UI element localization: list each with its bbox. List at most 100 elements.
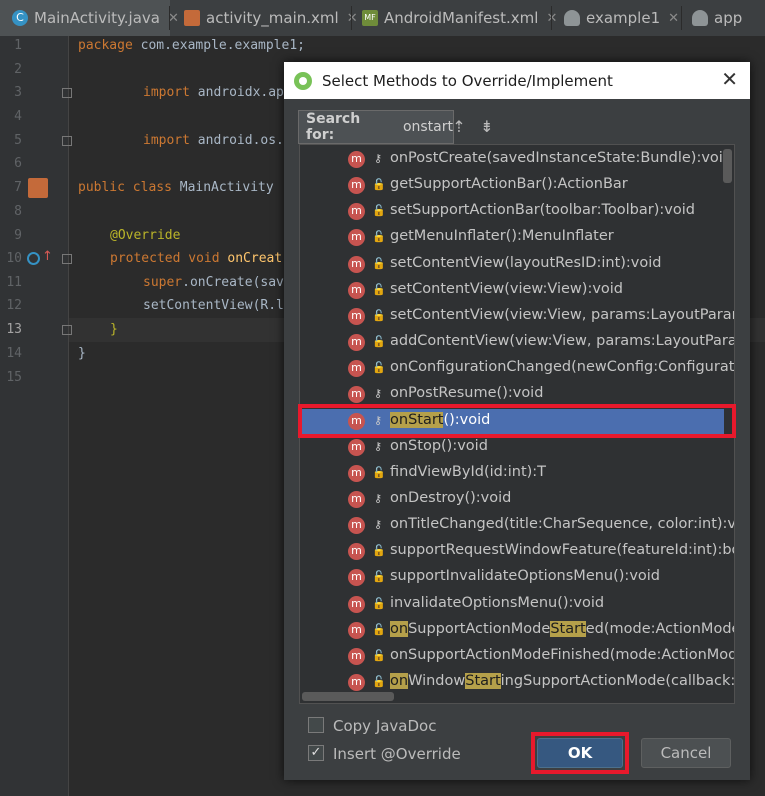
method-icon: m xyxy=(348,621,365,639)
cancel-button[interactable]: Cancel xyxy=(641,738,731,768)
insert-override-checkbox[interactable]: ✓ xyxy=(308,745,324,761)
dialog-title-bar[interactable]: Select Methods to Override/Implement ✕ xyxy=(284,62,750,99)
insert-override-label[interactable]: Insert @Override xyxy=(333,745,461,763)
method-signature: onPostResume():void xyxy=(390,385,544,402)
code-text: com.example.example1; xyxy=(132,38,305,53)
copy-javadoc-checkbox[interactable] xyxy=(308,717,324,733)
method-icon: m xyxy=(348,334,365,352)
method-signature: addContentView(view:View, params:LayoutP… xyxy=(390,333,735,350)
public-access-icon: 🔓 xyxy=(372,230,386,244)
method-row[interactable]: m 🔓 addContentView(view:View, params:Layou… xyxy=(300,330,734,356)
method-row[interactable]: m 🔓 invalidateOptionsMenu():void xyxy=(300,592,724,618)
close-icon[interactable]: ✕ xyxy=(668,11,679,26)
public-access-icon: 🔓 xyxy=(372,596,386,610)
collapse-all-icon[interactable]: ⇟ xyxy=(476,116,498,138)
code-line-7[interactable]: public class MainActivity xyxy=(78,180,274,195)
method-icon: m xyxy=(348,490,365,508)
tab-activity-main-xml[interactable]: activity_main.xml ✕ xyxy=(170,0,358,36)
vertical-scrollbar[interactable] xyxy=(723,149,732,183)
public-access-icon: 🔓 xyxy=(372,648,386,662)
line-number: 10 xyxy=(6,251,22,266)
line-number: 9 xyxy=(14,228,22,243)
method-row[interactable]: m ⚷ onStop():void xyxy=(300,435,724,461)
code-line-13[interactable]: } xyxy=(110,322,118,337)
method-icon: m xyxy=(348,281,365,299)
tab-android-manifest[interactable]: MF AndroidManifest.xml ✕ xyxy=(352,0,557,36)
method-row[interactable]: m 🔓 setSupportActionBar(toolbar:Toolbar):v… xyxy=(300,199,724,225)
close-icon[interactable]: ✕ xyxy=(721,68,738,90)
line-number: 4 xyxy=(14,109,22,124)
line-number: 3 xyxy=(14,85,22,100)
method-row[interactable]: m 🔓 getSupportActionBar():ActionBar xyxy=(300,173,724,199)
method-signature: supportRequestWindowFeature(featureId:in… xyxy=(390,542,735,559)
method-row[interactable]: m 🔓 setContentView(view:View):void xyxy=(300,278,724,304)
code-keyword: import xyxy=(143,85,190,100)
code-line-3[interactable]: import androidx.ap xyxy=(143,85,284,100)
method-row[interactable]: m 🔓 supportInvalidateOptionsMenu():void xyxy=(300,565,724,591)
code-line-14[interactable]: } xyxy=(78,346,86,361)
layout-file-icon[interactable] xyxy=(28,178,48,198)
tab-example1[interactable]: example1 ✕ xyxy=(552,0,682,36)
horizontal-scrollbar[interactable] xyxy=(302,692,394,701)
code-line-9[interactable]: @Override xyxy=(110,228,180,243)
protected-access-icon: ⚷ xyxy=(373,439,383,453)
method-signature: onPostCreate(savedInstanceState:Bundle):… xyxy=(390,150,733,166)
method-row[interactable]: m 🔓 supportRequestWindowFeature(featureId:… xyxy=(300,539,734,565)
search-input[interactable]: onstart xyxy=(403,119,453,135)
fold-marker-icon[interactable] xyxy=(62,136,72,146)
method-icon: m xyxy=(348,464,365,482)
line-number: 6 xyxy=(14,156,22,171)
method-signature: getSupportActionBar():ActionBar xyxy=(390,176,628,193)
code-line-10[interactable]: protected void onCreat xyxy=(110,251,282,266)
line-number: 1 xyxy=(14,38,22,53)
method-row[interactable]: m 🔓 setContentView(layoutResID:int):void xyxy=(300,252,724,278)
method-signature: setContentView(layoutResID:int):void xyxy=(390,254,662,271)
code-keyword: import xyxy=(143,133,190,148)
override-methods-dialog: Select Methods to Override/Implement ✕ ⇡… xyxy=(284,62,750,780)
fold-marker-icon[interactable] xyxy=(62,254,72,264)
code-line-12[interactable]: setContentView(R.l xyxy=(143,298,284,313)
code-line-1[interactable]: package com.example.example1; xyxy=(78,38,305,53)
method-row[interactable]: m 🔓 onSupportActionModeStarted(mode:Action… xyxy=(300,618,734,644)
tab-mainactivity-java[interactable]: C MainActivity.java ✕ xyxy=(0,0,179,36)
method-row[interactable]: m 🔓 setContentView(view:View, params:Layou… xyxy=(300,304,734,330)
method-icon: m xyxy=(348,229,365,247)
editor-tab-bar: C MainActivity.java ✕ activity_main.xml … xyxy=(0,0,765,37)
code-text: android.os. xyxy=(189,133,284,148)
tab-label: MainActivity.java xyxy=(34,9,160,27)
code-line-11[interactable]: super.onCreate(sav xyxy=(143,275,284,290)
protected-access-icon: ⚷ xyxy=(373,518,383,532)
method-row[interactable]: m ⚷ onDestroy():void xyxy=(300,487,724,513)
java-class-icon: C xyxy=(12,10,28,26)
method-icon: m xyxy=(348,647,365,665)
method-row[interactable]: m 🔓 onConfigurationChanged(newConfig:Confi… xyxy=(300,356,734,382)
editor-gutter xyxy=(0,36,69,796)
tab-app[interactable]: app xyxy=(682,0,765,36)
method-signature: findViewById(id:int):T xyxy=(390,463,547,480)
method-icon: m xyxy=(348,595,365,613)
override-method-icon[interactable] xyxy=(27,252,40,265)
fold-marker-icon[interactable] xyxy=(62,88,72,98)
line-number: 14 xyxy=(6,346,22,361)
method-row[interactable]: m ⚷ onPostCreate(savedInstanceState:Bundle… xyxy=(300,147,732,173)
method-icon: m xyxy=(348,386,365,404)
method-icon: m xyxy=(348,674,365,691)
tab-label: activity_main.xml xyxy=(206,9,339,27)
method-icon: m xyxy=(348,177,365,195)
method-row[interactable]: m 🔓 onSupportActionModeFinished(mode:Actio… xyxy=(300,644,734,670)
method-row[interactable]: m ⚷ onTitleChanged(title:CharSequence, col… xyxy=(300,513,734,539)
public-access-icon: 🔓 xyxy=(372,308,386,322)
code-line-5[interactable]: import android.os. xyxy=(143,133,284,148)
fold-marker-icon[interactable] xyxy=(62,325,72,335)
line-number: 2 xyxy=(14,62,22,77)
method-row[interactable]: m 🔓 findViewById(id:int):T xyxy=(300,461,724,487)
method-row[interactable]: m 🔓 getMenuInflater():MenuInflater xyxy=(300,225,724,251)
code-text: .onCreate(sav xyxy=(182,275,284,290)
copy-javadoc-label[interactable]: Copy JavaDoc xyxy=(333,717,436,735)
speed-search-popup[interactable]: Search for: onstart xyxy=(298,110,454,144)
public-access-icon: 🔓 xyxy=(372,204,386,218)
code-text: setContentView(R.l xyxy=(143,298,284,313)
code-text: MainActivity xyxy=(171,180,274,195)
line-number: 5 xyxy=(14,133,22,148)
method-signature: supportInvalidateOptionsMenu():void xyxy=(390,568,660,585)
